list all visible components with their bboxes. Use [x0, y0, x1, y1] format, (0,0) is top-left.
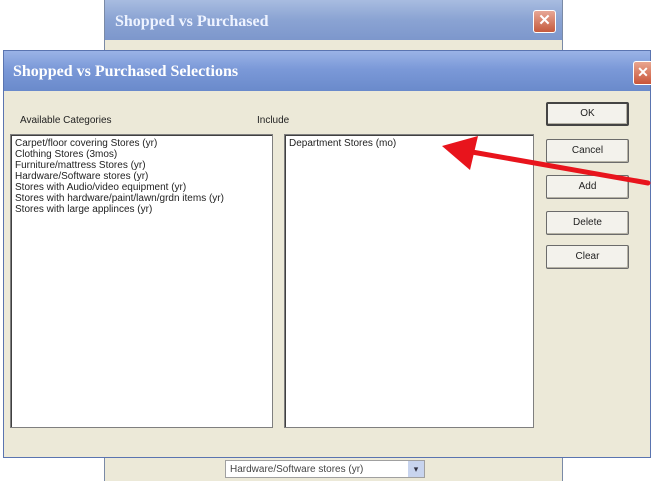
red-arrow-icon	[442, 136, 651, 186]
